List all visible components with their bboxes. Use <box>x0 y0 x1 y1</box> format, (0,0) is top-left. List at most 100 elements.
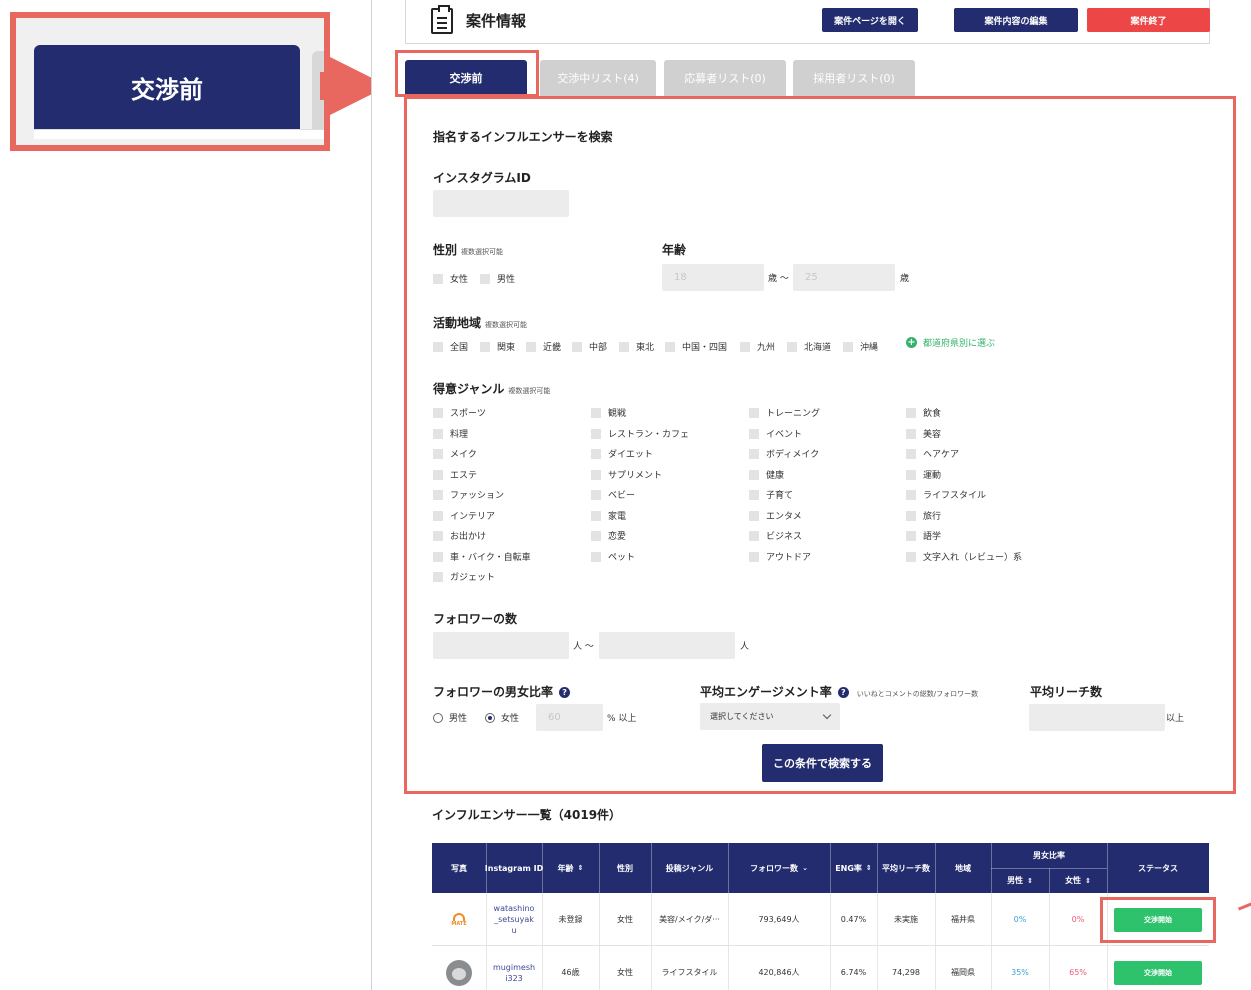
sort-icon: ⇕ <box>1027 876 1033 885</box>
help-icon[interactable]: ? <box>559 687 571 698</box>
prefecture-link[interactable]: + 都道府県別に選ぶ <box>906 336 995 349</box>
tab-applicants[interactable]: 応募者リスト(0) <box>664 60 786 96</box>
region-checkbox[interactable]: 中国・四国 <box>665 340 727 353</box>
genre-checkbox[interactable]: エステ <box>433 468 477 481</box>
reach-input[interactable] <box>1029 704 1165 731</box>
followers-unit: 人 <box>740 642 750 652</box>
plus-circle-icon: + <box>906 337 917 348</box>
genre-checkbox[interactable]: 語学 <box>906 529 941 542</box>
cell-male: 0% <box>1013 915 1027 924</box>
ratio-female-radio[interactable]: 女性 <box>485 711 519 724</box>
open-page-button[interactable]: 案件ページを開く <box>822 8 918 32</box>
genre-label: 得意ジャンル 複数選択可能 <box>433 382 551 396</box>
ratio-unit: % 以上 <box>607 714 637 724</box>
col-female[interactable]: 女性 ⇕ <box>1049 868 1107 893</box>
genre-checkbox[interactable]: イベント <box>749 427 802 440</box>
cell-female: 65% <box>1069 968 1087 977</box>
col-eng[interactable]: ENG率 ⇕ <box>830 843 877 893</box>
followers-max-input[interactable] <box>599 632 735 659</box>
genre-checkbox[interactable]: ボディメイク <box>749 447 819 460</box>
genre-checkbox[interactable]: 恋愛 <box>591 529 626 542</box>
genre-checkbox[interactable]: 家電 <box>591 509 626 522</box>
col-male[interactable]: 男性 ⇕ <box>991 868 1049 893</box>
genre-checkbox[interactable]: 料理 <box>433 427 468 440</box>
region-checkbox[interactable]: 近畿 <box>526 340 561 353</box>
age-label: 年齢 <box>662 243 687 257</box>
genre-checkbox[interactable]: アウトドア <box>749 550 811 563</box>
genre-checkbox[interactable]: ヘアケア <box>906 447 959 460</box>
age-min-input[interactable]: 18 <box>662 264 764 291</box>
cell-genre: 美容/メイク/ダ··· <box>659 915 720 924</box>
col-gender: 性別 <box>617 863 633 873</box>
followers-min-input[interactable] <box>433 632 569 659</box>
genre-checkbox[interactable]: ベビー <box>591 488 635 501</box>
reach-label: 平均リーチ数 <box>1030 685 1103 699</box>
cell-female: 0% <box>1071 915 1085 924</box>
ratio-value-input[interactable]: 60 <box>536 704 603 731</box>
genre-checkbox[interactable]: トレーニング <box>749 406 820 419</box>
genre-checkbox[interactable]: 運動 <box>906 468 941 481</box>
col-age[interactable]: 年齢 ⇕ <box>542 843 599 893</box>
region-checkbox[interactable]: 北海道 <box>787 340 831 353</box>
gender-label: 性別 複数選択可能 <box>433 243 504 257</box>
clipboard-icon <box>431 5 453 34</box>
col-instagram[interactable]: Instagram ID <box>485 843 543 893</box>
region-checkbox[interactable]: 沖縄 <box>843 340 878 353</box>
age-max-input[interactable]: 25 <box>793 264 895 291</box>
genre-checkbox[interactable]: レストラン・カフェ <box>591 427 689 440</box>
genre-checkbox[interactable]: インテリア <box>433 509 495 522</box>
search-submit-button[interactable]: この条件で検索する <box>762 744 883 782</box>
col-followers[interactable]: フォロワー数 ⌄ <box>728 843 830 893</box>
age-unit: 歳 <box>900 274 910 284</box>
cell-region: 福井県 <box>951 915 975 924</box>
gender-female-checkbox[interactable]: 女性 <box>433 272 468 285</box>
genre-checkbox[interactable]: メイク <box>433 447 477 460</box>
genre-checkbox[interactable]: ガジェット <box>433 570 495 583</box>
genre-checkbox[interactable]: ダイエット <box>591 447 653 460</box>
col-reach[interactable]: 平均リーチ数 <box>877 843 935 893</box>
end-job-button[interactable]: 案件終了 <box>1087 8 1210 32</box>
region-checkbox[interactable]: 東北 <box>619 340 654 353</box>
engagement-select[interactable]: 選択してください <box>700 703 840 730</box>
gender-male-checkbox[interactable]: 男性 <box>480 272 515 285</box>
table-header: 写真 Instagram ID 年齢 ⇕ 性別 投稿ジャンル フォロワー数 ⌄ EN… <box>432 843 1209 893</box>
genre-checkbox[interactable]: 旅行 <box>906 509 941 522</box>
edit-job-button[interactable]: 案件内容の編集 <box>954 8 1078 32</box>
genre-checkbox[interactable]: ファッション <box>433 488 504 501</box>
genre-checkbox[interactable]: 文字入れ（レビュー）系 <box>906 550 1022 563</box>
genre-checkbox[interactable]: 車・バイク・自転車 <box>433 550 531 563</box>
start-negotiation-button[interactable]: 交渉開始 <box>1114 960 1202 985</box>
tab-hired[interactable]: 採用者リスト(0) <box>793 60 915 96</box>
genre-checkbox[interactable]: 美容 <box>906 427 941 440</box>
page-title: 案件情報 <box>466 12 527 30</box>
genre-checkbox[interactable]: エンタメ <box>749 509 802 522</box>
genre-checkbox[interactable]: サプリメント <box>591 468 662 481</box>
callout-underline <box>34 129 324 139</box>
help-icon[interactable]: ? <box>837 687 849 698</box>
genre-checkbox[interactable]: ビジネス <box>749 529 802 542</box>
genre-checkbox[interactable]: 飲食 <box>906 406 941 419</box>
region-checkbox[interactable]: 関東 <box>480 340 515 353</box>
genre-checkbox[interactable]: スポーツ <box>433 406 486 419</box>
genre-checkbox[interactable]: ペット <box>591 550 635 563</box>
region-checkbox[interactable]: 全国 <box>433 340 468 353</box>
region-checkbox[interactable]: 九州 <box>740 340 775 353</box>
cell-eng: 6.74% <box>840 968 867 977</box>
region-checkbox[interactable]: 中部 <box>572 340 607 353</box>
table-row: mugimeshi323 46歳 女性 ライフスタイル 420,846人 6.7… <box>432 946 1209 990</box>
instagram-id-link[interactable]: watashino_setsuyaku <box>486 893 542 946</box>
genre-checkbox[interactable]: 観戦 <box>591 406 626 419</box>
cell-age: 46歳 <box>561 968 580 977</box>
instagram-id-link[interactable]: mugimeshi323 <box>486 946 542 990</box>
tab-negotiating[interactable]: 交渉中リスト(4) <box>540 60 656 96</box>
genre-checkbox[interactable]: ライフスタイル <box>906 488 986 501</box>
reach-unit: 以上 <box>1166 714 1185 724</box>
col-ratio: 男女比率 <box>1033 851 1065 860</box>
col-status: ステータス <box>1138 863 1178 873</box>
genre-checkbox[interactable]: 子育て <box>749 488 793 501</box>
instagram-id-input[interactable] <box>433 190 569 217</box>
genre-checkbox[interactable]: お出かけ <box>433 529 486 542</box>
genre-checkbox[interactable]: 健康 <box>749 468 784 481</box>
ratio-male-radio[interactable]: 男性 <box>433 711 467 724</box>
cell-reach: 74,298 <box>892 968 920 977</box>
